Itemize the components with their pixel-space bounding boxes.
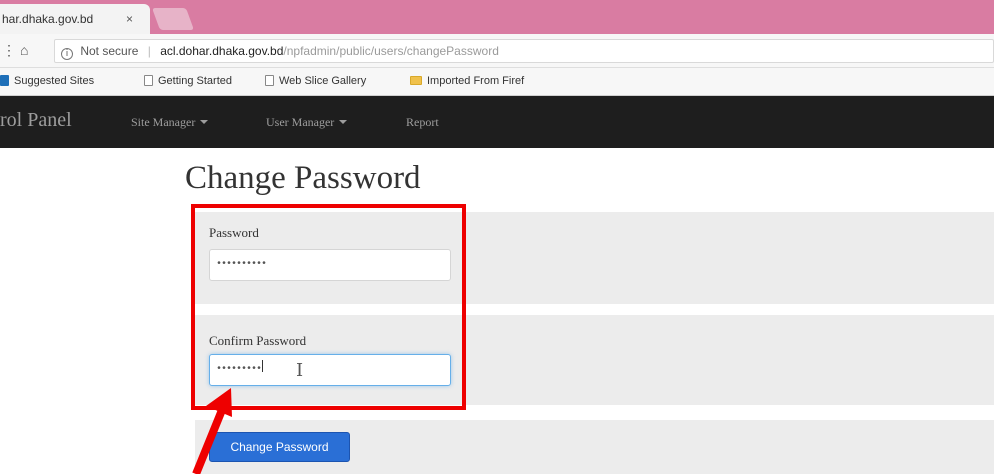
annotation-arrow-icon	[192, 388, 232, 474]
